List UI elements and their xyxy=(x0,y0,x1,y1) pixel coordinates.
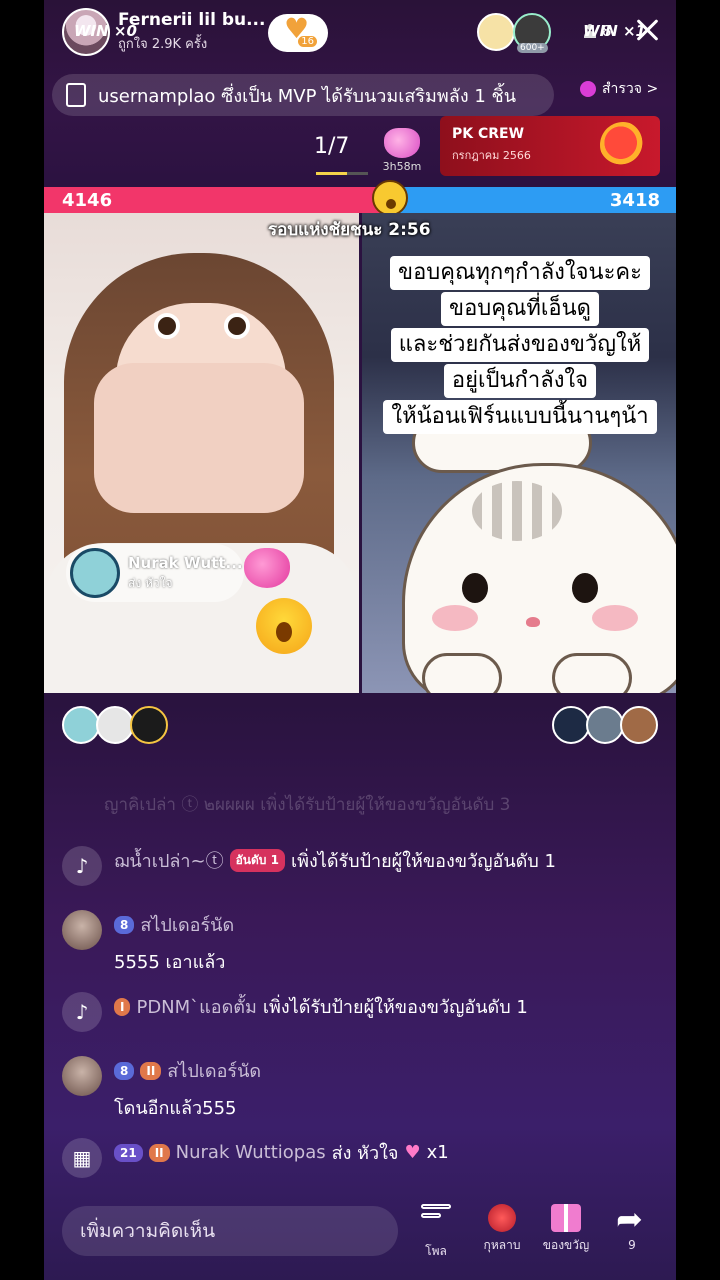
win-count-left: WIN ×0 xyxy=(74,22,137,40)
gift-icon xyxy=(551,1204,581,1232)
gift-label: ของขวัญ xyxy=(542,1238,590,1252)
chat-text: โดนอีกแล้ว555 xyxy=(114,1098,237,1119)
gift-sender-name: Nurak Wutt... xyxy=(128,553,243,572)
faded-chat-line: ญาคิเปล่า ⓣ ๒ผผผผ เพิ่งได้รับป้ายผู้ให้ข… xyxy=(104,795,511,815)
pk-crew-card[interactable]: PK CREW กรกฎาคม 2566 xyxy=(440,116,660,176)
boxing-glove-icon xyxy=(600,122,646,168)
tiktok-icon: ♪ xyxy=(62,992,102,1032)
caption-line: ขอบคุณทุกๆกำลังใจนะคะ xyxy=(390,256,650,290)
pk-score-bar: 4146 3418 xyxy=(44,187,676,213)
share-count: 9 xyxy=(628,1238,636,1252)
yawn-emoji-icon xyxy=(256,598,312,654)
rose-label: กุหลาบ xyxy=(483,1238,521,1252)
explore-button[interactable]: สำรวจ > xyxy=(580,78,658,100)
follow-badge: 16 xyxy=(298,36,317,47)
viewer-badge: 600+ xyxy=(517,43,548,53)
chat-text: เพิ่งได้รับป้ายผู้ให้ของขวัญอันดับ 1 xyxy=(290,851,556,872)
comment-placeholder: เพิ่มความคิดเห็น xyxy=(80,1220,216,1242)
top-viewers[interactable]: 600+ xyxy=(477,13,551,53)
calendar-icon: ▦ xyxy=(62,1138,102,1178)
supporter-avatar[interactable] xyxy=(62,706,100,744)
caption-overlay: ขอบคุณทุกๆกำลังใจนะคะ ขอบคุณที่เอ็นดู แล… xyxy=(352,256,676,436)
left-supporters[interactable] xyxy=(62,706,168,744)
live-stream-screen: Fernerii lil bu... ถูกใจ 2.9K ครั้ง 16 6… xyxy=(44,0,676,1280)
right-supporters[interactable] xyxy=(552,706,658,744)
heart-icon: 16 xyxy=(284,12,317,47)
banner-text: usernamplao ซึ่งเป็น MVP ได้รับนวมเสริมพ… xyxy=(98,85,517,107)
host-name: Fernerii lil bu... xyxy=(118,10,266,30)
supporter-avatar[interactable] xyxy=(620,706,658,744)
gift-button[interactable]: ของขวัญ xyxy=(536,1204,596,1255)
avatar xyxy=(70,548,120,598)
chat-message[interactable]: 8 II สไปเดอร์นัด โดนอีกแล้ว555 xyxy=(62,1056,261,1122)
explore-icon xyxy=(580,81,596,97)
letterbox-right xyxy=(676,0,720,1280)
chat-username: สไปเดอร์นัด xyxy=(167,1061,262,1082)
chat-message[interactable]: ♪ ฌน้ำเปล่า~ⓣ อันดับ 1 เพิ่งได้รับป้ายผู… xyxy=(62,846,556,886)
rose-button[interactable]: กุหลาบ xyxy=(472,1204,532,1255)
gift-action: ส่ง หัวใจ xyxy=(128,575,173,590)
heart-gift-icon xyxy=(384,128,420,158)
poll-label: โพล xyxy=(425,1244,447,1258)
chat-username: Nurak Wuttiopas xyxy=(175,1142,326,1163)
chat-message[interactable]: 8 สไปเดอร์นัด 5555 เอาแล้ว xyxy=(62,910,234,976)
explore-label: สำรวจ > xyxy=(602,81,659,97)
caption-line: และช่วยกันส่งของขวัญให้ xyxy=(390,328,650,362)
follow-button[interactable]: 16 xyxy=(268,12,328,52)
share-icon xyxy=(616,1200,648,1238)
gift-action: ส่ง หัวใจ xyxy=(331,1143,399,1164)
supporter-avatar[interactable] xyxy=(96,706,134,744)
score-right: 3418 xyxy=(391,187,676,213)
avatar[interactable] xyxy=(62,910,102,950)
timed-gift[interactable]: 3h58m xyxy=(380,128,424,173)
fan-badge: II xyxy=(140,1061,162,1080)
chat-text: เพิ่งได้รับป้ายผู้ให้ของขวัญอันดับ 1 xyxy=(262,997,528,1018)
viewer-avatar[interactable] xyxy=(477,13,515,51)
level-badge: 21 xyxy=(114,1143,143,1162)
heart-gift-icon: ♥ xyxy=(404,1142,421,1163)
rank-progress xyxy=(316,172,368,175)
chat-username: PDNM`แอดตั้ม xyxy=(136,997,257,1018)
chat-text: 5555 เอาแล้ว xyxy=(114,952,226,973)
level-badge: 8 xyxy=(114,1061,135,1080)
rank-indicator[interactable]: 1/7 xyxy=(314,134,349,159)
chat-message[interactable]: ♪ I PDNM`แอดตั้ม เพิ่งได้รับป้ายผู้ให้ขอ… xyxy=(62,992,528,1032)
poll-button[interactable]: โพล xyxy=(406,1204,466,1261)
fan-badge: I xyxy=(114,997,131,1016)
shocked-emoji-icon xyxy=(372,180,408,216)
comment-input[interactable]: เพิ่มความคิดเห็น xyxy=(62,1206,398,1256)
caption-line: อยู่เป็นกำลังใจ xyxy=(443,364,597,398)
gift-timer: 3h58m xyxy=(382,160,422,173)
supporter-avatar[interactable] xyxy=(130,706,168,744)
supporter-avatar[interactable] xyxy=(586,706,624,744)
chat-username: ฌน้ำเปล่า~ⓣ xyxy=(114,851,224,872)
gift-notification: Nurak Wutt... ส่ง หัวใจ xyxy=(66,544,244,602)
poll-icon xyxy=(421,1204,451,1238)
rank-badge: อันดับ 1 xyxy=(229,849,285,872)
win-count-right: WIN ×1 xyxy=(583,22,646,40)
gift-count: x1 xyxy=(426,1142,449,1163)
round-timer: รอบแห่งชัยชนะ 2:56 xyxy=(268,220,431,240)
caption-line: ขอบคุณที่เอ็นดู xyxy=(441,292,599,326)
rose-icon xyxy=(488,1204,516,1232)
share-button[interactable]: 9 xyxy=(602,1200,662,1252)
tiktok-icon: ♪ xyxy=(62,846,102,886)
fan-badge: II xyxy=(148,1143,170,1162)
chat-username: สไปเดอร์นัด xyxy=(140,915,235,936)
supporter-avatar[interactable] xyxy=(552,706,590,744)
heart-gift-icon xyxy=(244,548,290,588)
mvp-banner[interactable]: usernamplao ซึ่งเป็น MVP ได้รับนวมเสริมพ… xyxy=(52,74,554,116)
host-likes: ถูกใจ 2.9K ครั้ง xyxy=(118,37,208,52)
avatar[interactable] xyxy=(62,1056,102,1096)
caption-line: ให้น้อนเฟิร์นแบบนี้นานๆน้า xyxy=(383,400,657,434)
letterbox-left xyxy=(0,0,44,1280)
left-video[interactable] xyxy=(44,213,359,693)
viewer-avatar[interactable]: 600+ xyxy=(513,13,551,53)
level-badge: 8 xyxy=(114,915,135,934)
flag-icon xyxy=(66,83,86,107)
score-left: 4146 xyxy=(44,187,391,213)
chat-message[interactable]: ▦ 21 II Nurak Wuttiopas ส่ง หัวใจ ♥ x1 xyxy=(62,1138,449,1178)
